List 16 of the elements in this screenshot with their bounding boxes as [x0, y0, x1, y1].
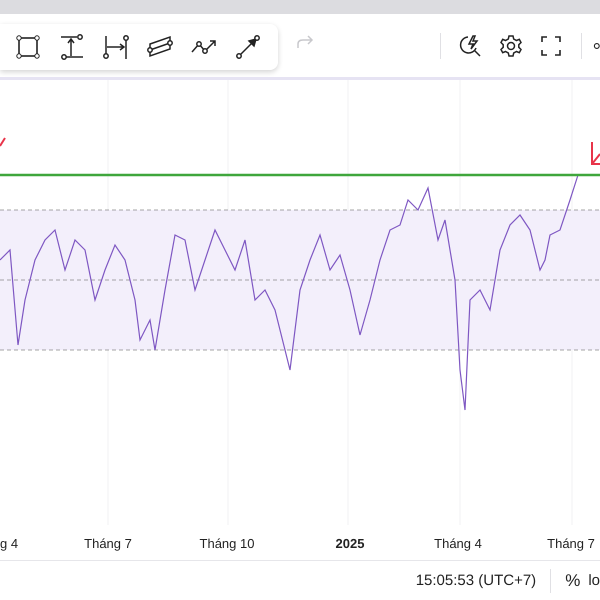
axis-label: Tháng 7 — [84, 536, 132, 551]
fullscreen-icon[interactable] — [539, 34, 563, 56]
axis-label: Tháng 4 — [434, 536, 482, 551]
percent-button[interactable]: % — [565, 570, 580, 590]
log-button[interactable]: lo — [588, 572, 600, 589]
axis-label: Tháng 10 — [200, 536, 254, 551]
axis-label: 2025 — [336, 536, 364, 551]
settings-icon[interactable] — [499, 34, 523, 58]
date-range-tool-button[interactable] — [102, 32, 130, 60]
alert-search-icon[interactable] — [459, 34, 483, 58]
axis-label: g 4 — [0, 536, 18, 551]
arrow-tool-button[interactable] — [234, 32, 262, 60]
axis-label: Tháng 7 — [547, 536, 595, 551]
rectangle-tool-button[interactable] — [14, 32, 42, 60]
price-range-tool-button[interactable] — [58, 32, 86, 60]
timezone-clock[interactable]: 15:05:53 (UTC+7) — [416, 572, 536, 589]
